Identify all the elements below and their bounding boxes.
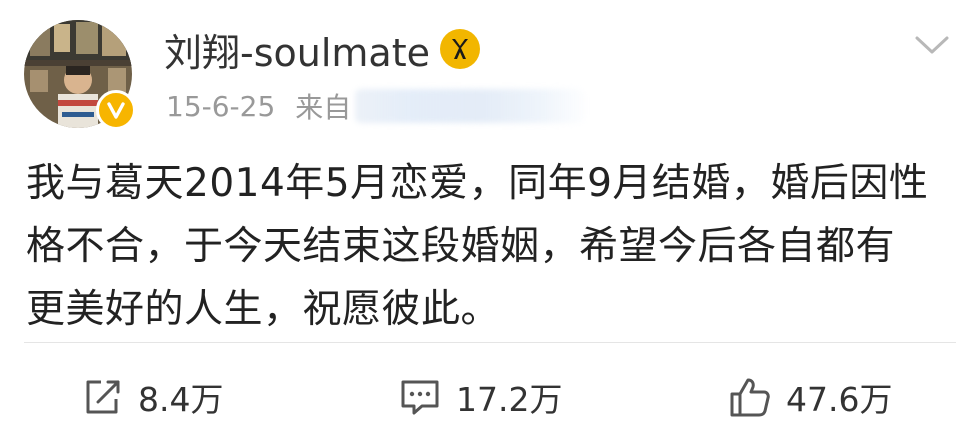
post-date: 15-6-25 bbox=[166, 89, 276, 123]
username[interactable]: 刘翔-soulmate bbox=[164, 22, 430, 77]
post-text-line: 格不合，于今天结束这段婚姻，希望今后各自都有 bbox=[26, 224, 896, 269]
post-text-line: 我与葛天2014年5月恋爱，同年9月结婚，婚后因性 bbox=[26, 161, 929, 206]
comment-icon bbox=[401, 380, 439, 415]
post-text: 我与葛天2014年5月恋爱，同年9月结婚，婚后因性 格不合，于今天结束这段婚姻，… bbox=[26, 152, 956, 341]
vip-logo-icon[interactable] bbox=[439, 29, 480, 69]
chevron-down-icon[interactable] bbox=[914, 30, 950, 60]
comment-button[interactable]: 17.2万 bbox=[398, 362, 562, 432]
thumbs-up-icon bbox=[730, 378, 770, 417]
verified-badge-icon bbox=[96, 90, 136, 130]
post-source-prefix: 来自 bbox=[295, 91, 352, 124]
like-button[interactable]: 47.6万 bbox=[728, 362, 892, 432]
repost-icon bbox=[86, 380, 120, 414]
divider bbox=[24, 342, 956, 343]
post-meta: 15-6-25 来自 bbox=[166, 86, 586, 126]
repost-button[interactable]: 8.4万 bbox=[82, 362, 223, 432]
post-text-line: 更美好的人生，祝愿彼此。 bbox=[26, 287, 501, 332]
repost-count: 8.4万 bbox=[138, 380, 224, 419]
comment-count: 17.2万 bbox=[456, 380, 563, 419]
action-bar: 8.4万 17.2万 47.6万 bbox=[0, 362, 980, 432]
blurred-source-name bbox=[355, 89, 586, 123]
weibo-post-card: 刘翔-soulmate 15-6-25 来自 我与葛天2014年5月恋爱，同年9… bbox=[0, 0, 980, 436]
like-count: 47.6万 bbox=[786, 380, 893, 419]
avatar-container[interactable] bbox=[24, 20, 136, 130]
username-row: 刘翔-soulmate bbox=[164, 22, 480, 77]
